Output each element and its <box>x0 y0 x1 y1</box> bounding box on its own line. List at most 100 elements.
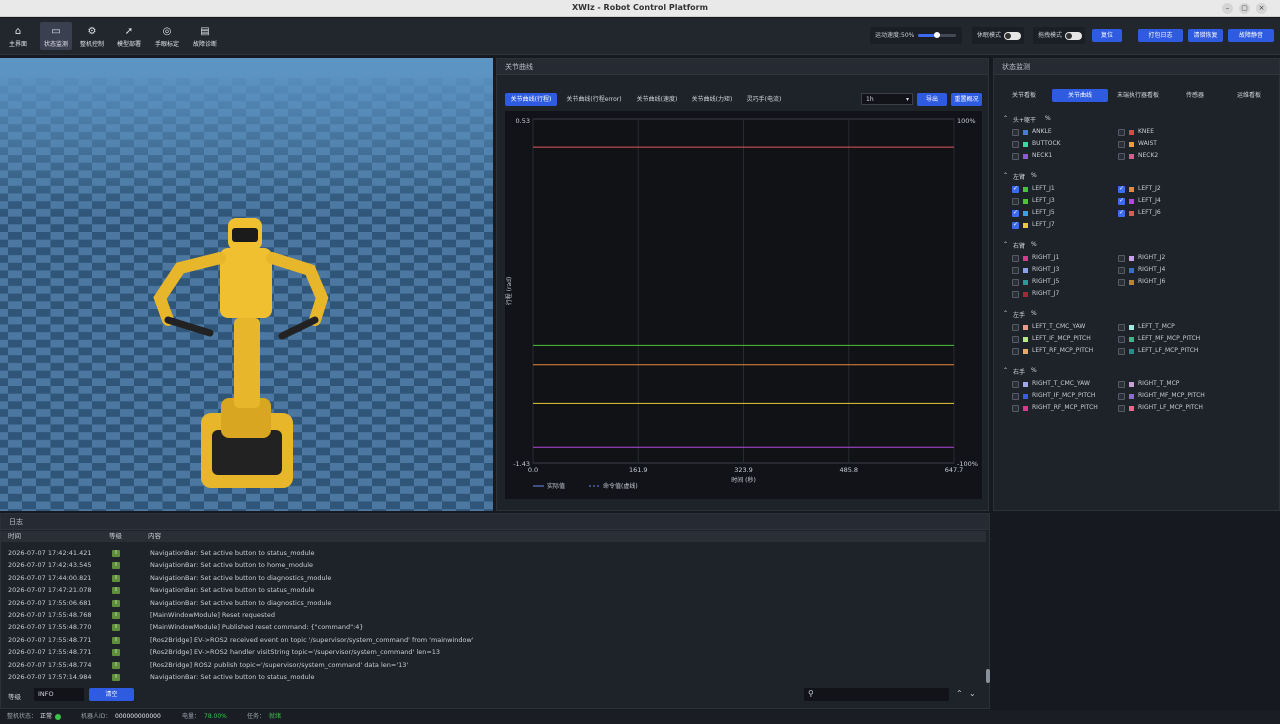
joint-checkbox[interactable] <box>1012 348 1019 355</box>
tab-joint-curve-3[interactable]: 关节曲线(力矩) <box>688 93 736 106</box>
drag-mode-toggle[interactable] <box>1065 32 1082 40</box>
fault-mute-button[interactable]: 故障静音 <box>1228 29 1274 42</box>
joint-checkbox[interactable] <box>1012 198 1019 205</box>
time-range-select[interactable]: 1h ▾ <box>861 93 913 105</box>
joint-checkbox[interactable] <box>1118 324 1125 331</box>
close-icon[interactable]: × <box>1256 3 1267 14</box>
log-title: 日志 <box>1 514 989 530</box>
joint-color-swatch <box>1129 349 1134 354</box>
joint-checkbox[interactable] <box>1118 255 1125 262</box>
log-scrollbar[interactable] <box>986 669 990 683</box>
joint-checkbox[interactable] <box>1012 267 1019 274</box>
section-percent-toggle[interactable]: % <box>1031 310 1037 317</box>
joint-checkbox[interactable] <box>1118 348 1125 355</box>
section-chevron-icon[interactable]: ⌃ <box>1003 172 1008 179</box>
joint-checkbox[interactable] <box>1118 197 1125 205</box>
joint-checkbox[interactable] <box>1118 336 1125 343</box>
joint-label: WAIST <box>1138 140 1157 147</box>
nav-label: 故障诊断 <box>192 41 217 48</box>
joint-checkbox[interactable] <box>1118 405 1125 412</box>
joint-color-swatch <box>1023 406 1028 411</box>
section-percent-toggle[interactable]: % <box>1045 115 1051 122</box>
export-button[interactable]: 导出 <box>917 93 947 106</box>
joint-label: RIGHT_J3 <box>1032 266 1060 273</box>
joint-checkbox[interactable] <box>1012 405 1019 412</box>
joint-checkbox[interactable] <box>1118 209 1125 217</box>
tab-status-3[interactable]: 传感器 <box>1168 89 1222 102</box>
joint-label: LEFT_J4 <box>1138 197 1161 204</box>
maximize-icon[interactable]: ▢ <box>1239 3 1250 14</box>
joint-checkbox[interactable] <box>1012 153 1019 160</box>
rest-mode-toggle[interactable] <box>1004 32 1021 40</box>
joint-checkbox[interactable] <box>1012 255 1019 262</box>
joint-color-swatch <box>1023 382 1028 387</box>
joint-checkbox[interactable] <box>1118 185 1125 193</box>
nav-target-button[interactable]: ◎ 手眼标定 <box>150 22 184 50</box>
section-chevron-icon[interactable]: ⌃ <box>1003 367 1008 374</box>
log-level-badge: I <box>112 649 120 657</box>
nav-home-button[interactable]: ⌂ 主界面 <box>4 22 32 50</box>
joint-checkbox[interactable] <box>1118 153 1125 160</box>
document-icon: ▤ <box>200 26 210 37</box>
log-message: NavigationBar: Set active button to stat… <box>150 549 315 557</box>
log-level-badge: I <box>112 587 120 595</box>
tab-joint-curve-0[interactable]: 关节曲线(行程) <box>505 93 557 106</box>
section-chevron-icon[interactable]: ⌃ <box>1003 310 1008 317</box>
joint-curve-chart: 0.0 161.9 323.9 485.8 647.70.53-1.43100%-100… <box>505 117 978 490</box>
section-percent-toggle[interactable]: % <box>1031 241 1037 248</box>
joint-checkbox[interactable] <box>1012 129 1019 136</box>
clear-fault-button[interactable]: 清错恢复 <box>1188 29 1223 42</box>
robot-id-value: 000000000000 <box>115 713 161 720</box>
log-col-content: 内容 <box>148 532 161 540</box>
minimize-icon[interactable]: – <box>1222 3 1233 14</box>
joint-checkbox[interactable] <box>1012 141 1019 148</box>
tab-status-4[interactable]: 运维看板 <box>1226 89 1272 102</box>
log-time: 2026-07-07 17:55:48.771 <box>8 648 92 657</box>
joint-checkbox[interactable] <box>1012 381 1019 388</box>
section-chevron-icon[interactable]: ⌃ <box>1003 115 1008 122</box>
tab-joint-curve-1[interactable]: 关节曲线(行程error) <box>562 93 626 106</box>
joint-checkbox[interactable] <box>1012 279 1019 286</box>
tab-status-2[interactable]: 末端执行器看板 <box>1110 89 1166 102</box>
reset-button[interactable]: 复位 <box>1092 29 1122 42</box>
joint-checkbox[interactable] <box>1012 291 1019 298</box>
clear-log-button[interactable]: 清空 <box>89 688 134 701</box>
joint-checkbox[interactable] <box>1012 336 1019 343</box>
nav-robot-button[interactable]: ⚙ 整机控制 <box>76 22 108 50</box>
joint-color-swatch <box>1023 142 1028 147</box>
joint-checkbox[interactable] <box>1118 267 1125 274</box>
tab-joint-curve-2[interactable]: 关节曲线(速度) <box>632 93 682 106</box>
section-percent-toggle[interactable]: % <box>1031 172 1037 179</box>
joint-checkbox[interactable] <box>1118 393 1125 400</box>
joint-checkbox[interactable] <box>1012 209 1019 217</box>
nav-document-button[interactable]: ▤ 故障诊断 <box>188 22 222 50</box>
joint-checkbox[interactable] <box>1012 393 1019 400</box>
joint-checkbox[interactable] <box>1118 129 1125 136</box>
x-axis-label: 时间 (秒) <box>731 476 756 484</box>
log-time: 2026-07-07 17:42:43.545 <box>8 561 92 570</box>
search-prev-icon[interactable]: ⌃ <box>956 689 963 698</box>
tab-status-0[interactable]: 关节看板 <box>998 89 1050 102</box>
section-percent-toggle[interactable]: % <box>1031 367 1037 374</box>
tab-status-1[interactable]: 关节曲线 <box>1052 89 1108 102</box>
joint-checkbox[interactable] <box>1012 221 1019 229</box>
reset-zoom-button[interactable]: 重置概况 <box>951 93 982 106</box>
tab-joint-curve-4[interactable]: 灵巧手(电流) <box>742 93 786 106</box>
log-search-input[interactable]: ⚲ <box>804 688 949 701</box>
nav-monitor-button[interactable]: ▭ 状态监测 <box>40 22 72 50</box>
search-next-icon[interactable]: ⌄ <box>969 689 976 698</box>
pack-log-button[interactable]: 打包日志 <box>1138 29 1183 42</box>
joint-checkbox[interactable] <box>1012 185 1019 193</box>
robot-3d-viewport[interactable] <box>0 58 493 511</box>
speed-slider-handle[interactable] <box>934 32 940 38</box>
speed-slider[interactable] <box>918 32 956 38</box>
section-chevron-icon[interactable]: ⌃ <box>1003 241 1008 248</box>
joint-checkbox[interactable] <box>1118 381 1125 388</box>
joint-checkbox[interactable] <box>1118 141 1125 148</box>
joint-label: BUTTOCK <box>1032 140 1061 147</box>
level-filter-select[interactable]: INFO <box>34 688 84 701</box>
joint-checkbox[interactable] <box>1118 279 1125 286</box>
joint-checkbox[interactable] <box>1012 324 1019 331</box>
log-message: [MainWindowModule] Reset requested <box>150 611 275 619</box>
nav-rocket-button[interactable]: ➚ 模型部署 <box>112 22 146 50</box>
